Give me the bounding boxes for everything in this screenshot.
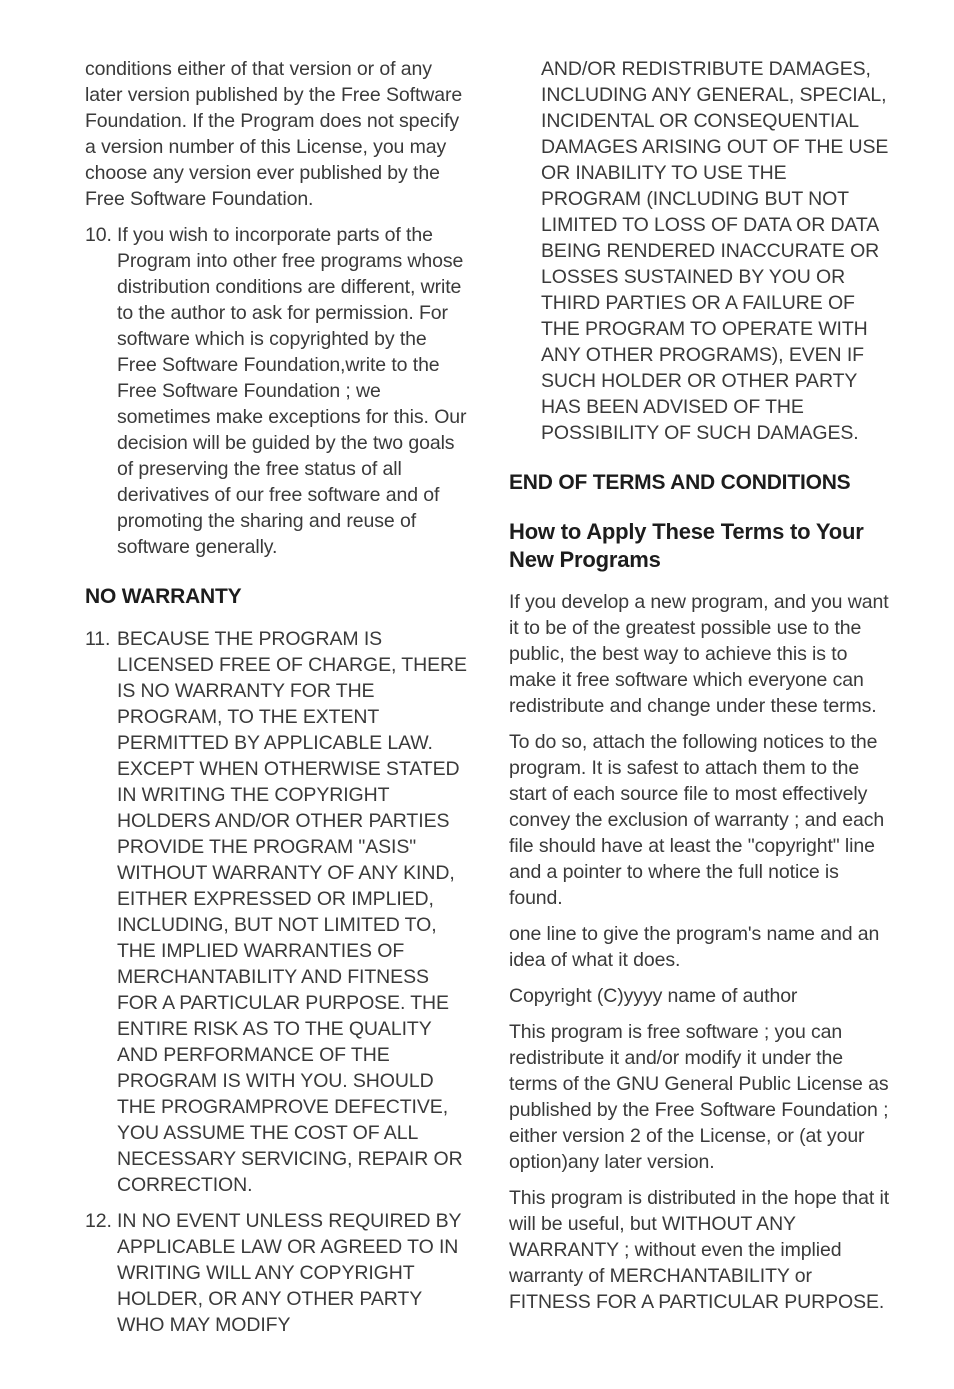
paragraph-distributed-in-hope: This program is distributed in the hope … xyxy=(509,1187,890,1313)
paragraph-one-line-name: one line to give the program's name and … xyxy=(509,923,880,971)
right-column: AND/OR REDISTRIBUTE DAMAGES, INCLUDING A… xyxy=(509,56,891,1315)
list-item-11-number: 11. xyxy=(85,628,111,650)
list-item-11-text: BECAUSE THE PROGRAM IS LICENSED FREE OF … xyxy=(117,628,467,1196)
list-item-12-text: IN NO EVENT UNLESS REQUIRED BY APPLICABL… xyxy=(117,1210,462,1336)
paragraph-copyright-line: Copyright (C)yyyy name of author xyxy=(509,985,798,1007)
paragraph-develop-new-program: If you develop a new program, and you wa… xyxy=(509,591,889,717)
list-item-12-continued-text: AND/OR REDISTRIBUTE DAMAGES, INCLUDING A… xyxy=(541,58,889,444)
list-item-12: 12. IN NO EVENT UNLESS REQUIRED BY APPLI… xyxy=(85,1208,470,1338)
paragraph-free-software-notice: This program is free software ; you can … xyxy=(509,1021,889,1173)
list-item-10-text: If you wish to incorporate parts of the … xyxy=(117,224,467,558)
list-item-10: 10. If you wish to incorporate parts of … xyxy=(85,222,470,560)
license-document-page: conditions either of that version or of … xyxy=(0,0,954,1389)
left-column: conditions either of that version or of … xyxy=(85,56,470,1348)
section-heading-end-of-terms: END OF TERMS AND CONDITIONS xyxy=(509,471,851,494)
section-heading-no-warranty: NO WARRANTY xyxy=(85,585,242,608)
section-heading-how-to-apply: How to Apply These Terms to Your New Pro… xyxy=(509,519,864,572)
two-column-layout: conditions either of that version or of … xyxy=(85,56,890,1348)
list-item-10-number: 10. xyxy=(85,224,112,246)
paragraph-attach-notices: To do so, attach the following notices t… xyxy=(509,731,885,909)
list-item-11: 11. BECAUSE THE PROGRAM IS LICENSED FREE… xyxy=(85,626,470,1198)
list-item-12-number: 12. xyxy=(85,1210,112,1232)
continued-paragraph: conditions either of that version or of … xyxy=(85,58,463,210)
